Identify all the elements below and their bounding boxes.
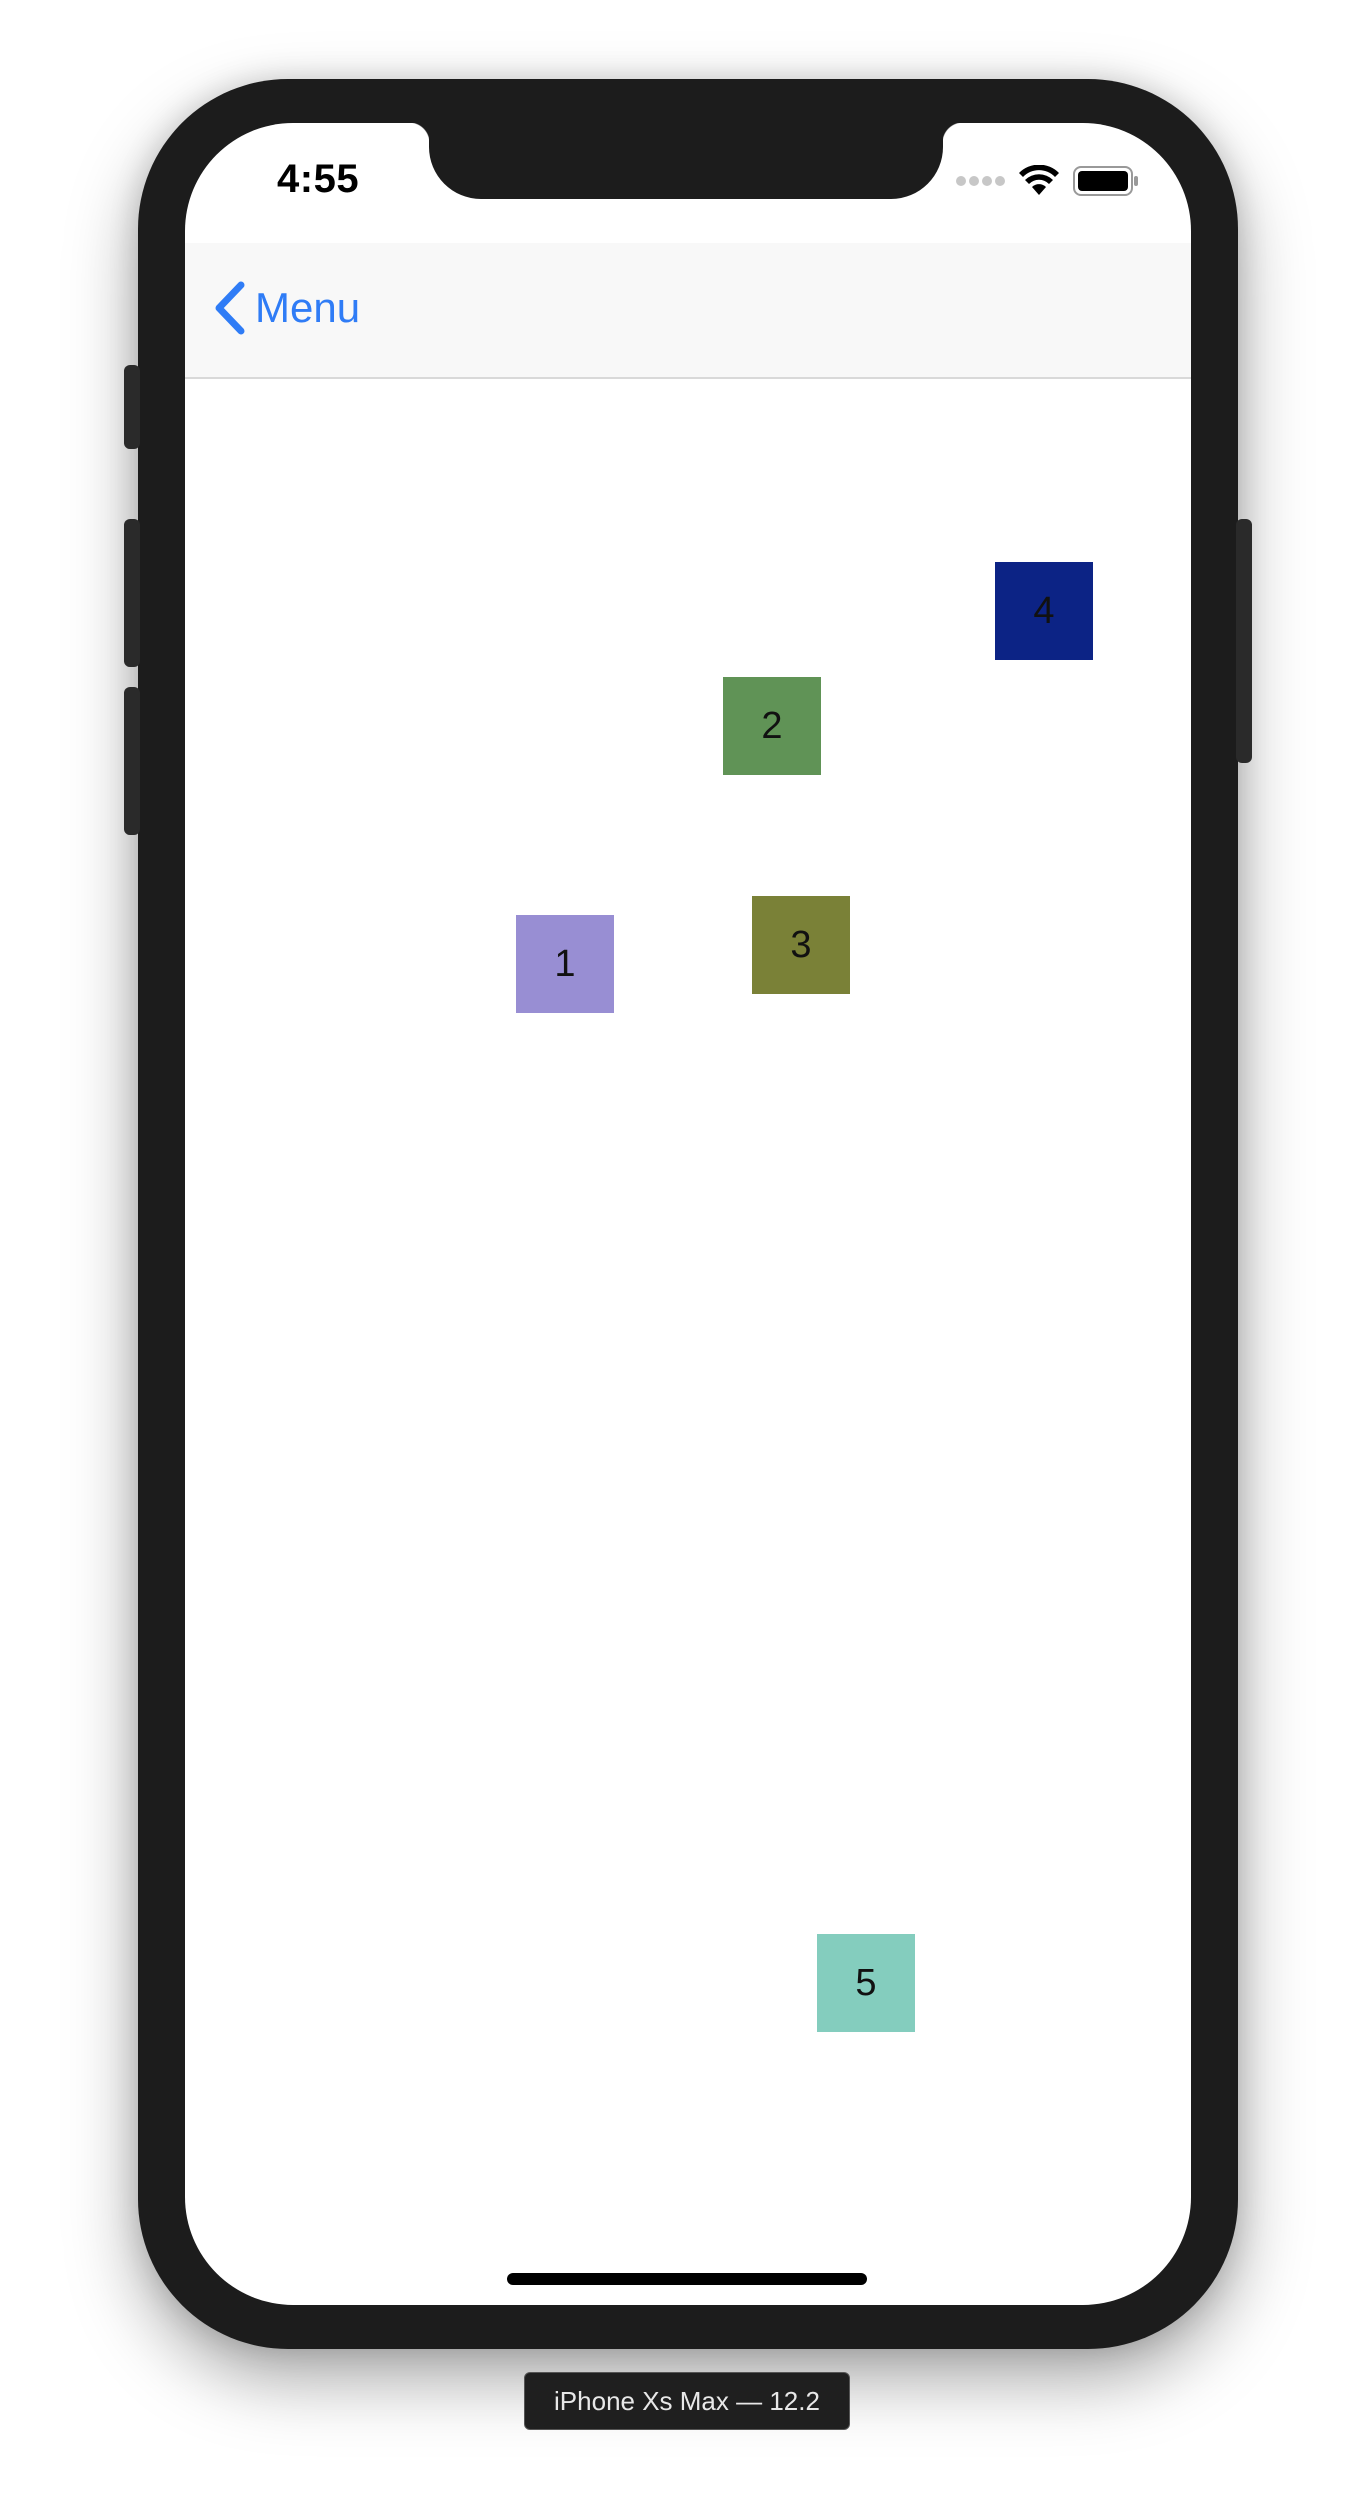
square-3[interactable]: 3 — [752, 896, 850, 994]
square-4-label: 4 — [1033, 589, 1055, 632]
square-4[interactable]: 4 — [995, 562, 1093, 660]
battery-icon — [1073, 166, 1138, 196]
silent-switch — [124, 365, 140, 449]
square-2[interactable]: 2 — [723, 677, 821, 775]
volume-up-button — [124, 519, 140, 667]
navigation-bar: Menu — [185, 243, 1191, 379]
chevron-left-icon — [215, 281, 245, 335]
status-time: 4:55 — [277, 157, 360, 201]
volume-down-button — [124, 687, 140, 835]
signal-dots-icon — [956, 176, 1005, 186]
device-screen: 4:55 Menu 1 2 3 4 5 — [185, 123, 1191, 2305]
square-1-label: 1 — [554, 942, 576, 985]
square-3-label: 3 — [790, 923, 812, 966]
square-2-label: 2 — [761, 704, 783, 747]
power-button — [1236, 519, 1252, 763]
simulator-device-label: iPhone Xs Max — 12.2 — [524, 2372, 850, 2430]
square-5[interactable]: 5 — [817, 1934, 915, 2032]
back-button-label: Menu — [255, 284, 361, 331]
home-indicator[interactable] — [507, 2273, 867, 2285]
iphone-device-frame: 4:55 Menu 1 2 3 4 5 — [124, 79, 1252, 2349]
status-icons — [956, 161, 1139, 201]
wifi-icon — [1019, 165, 1059, 195]
square-5-label: 5 — [855, 1961, 877, 2004]
notch — [409, 123, 963, 199]
square-1[interactable]: 1 — [516, 915, 614, 1013]
back-button[interactable]: Menu — [213, 281, 360, 335]
